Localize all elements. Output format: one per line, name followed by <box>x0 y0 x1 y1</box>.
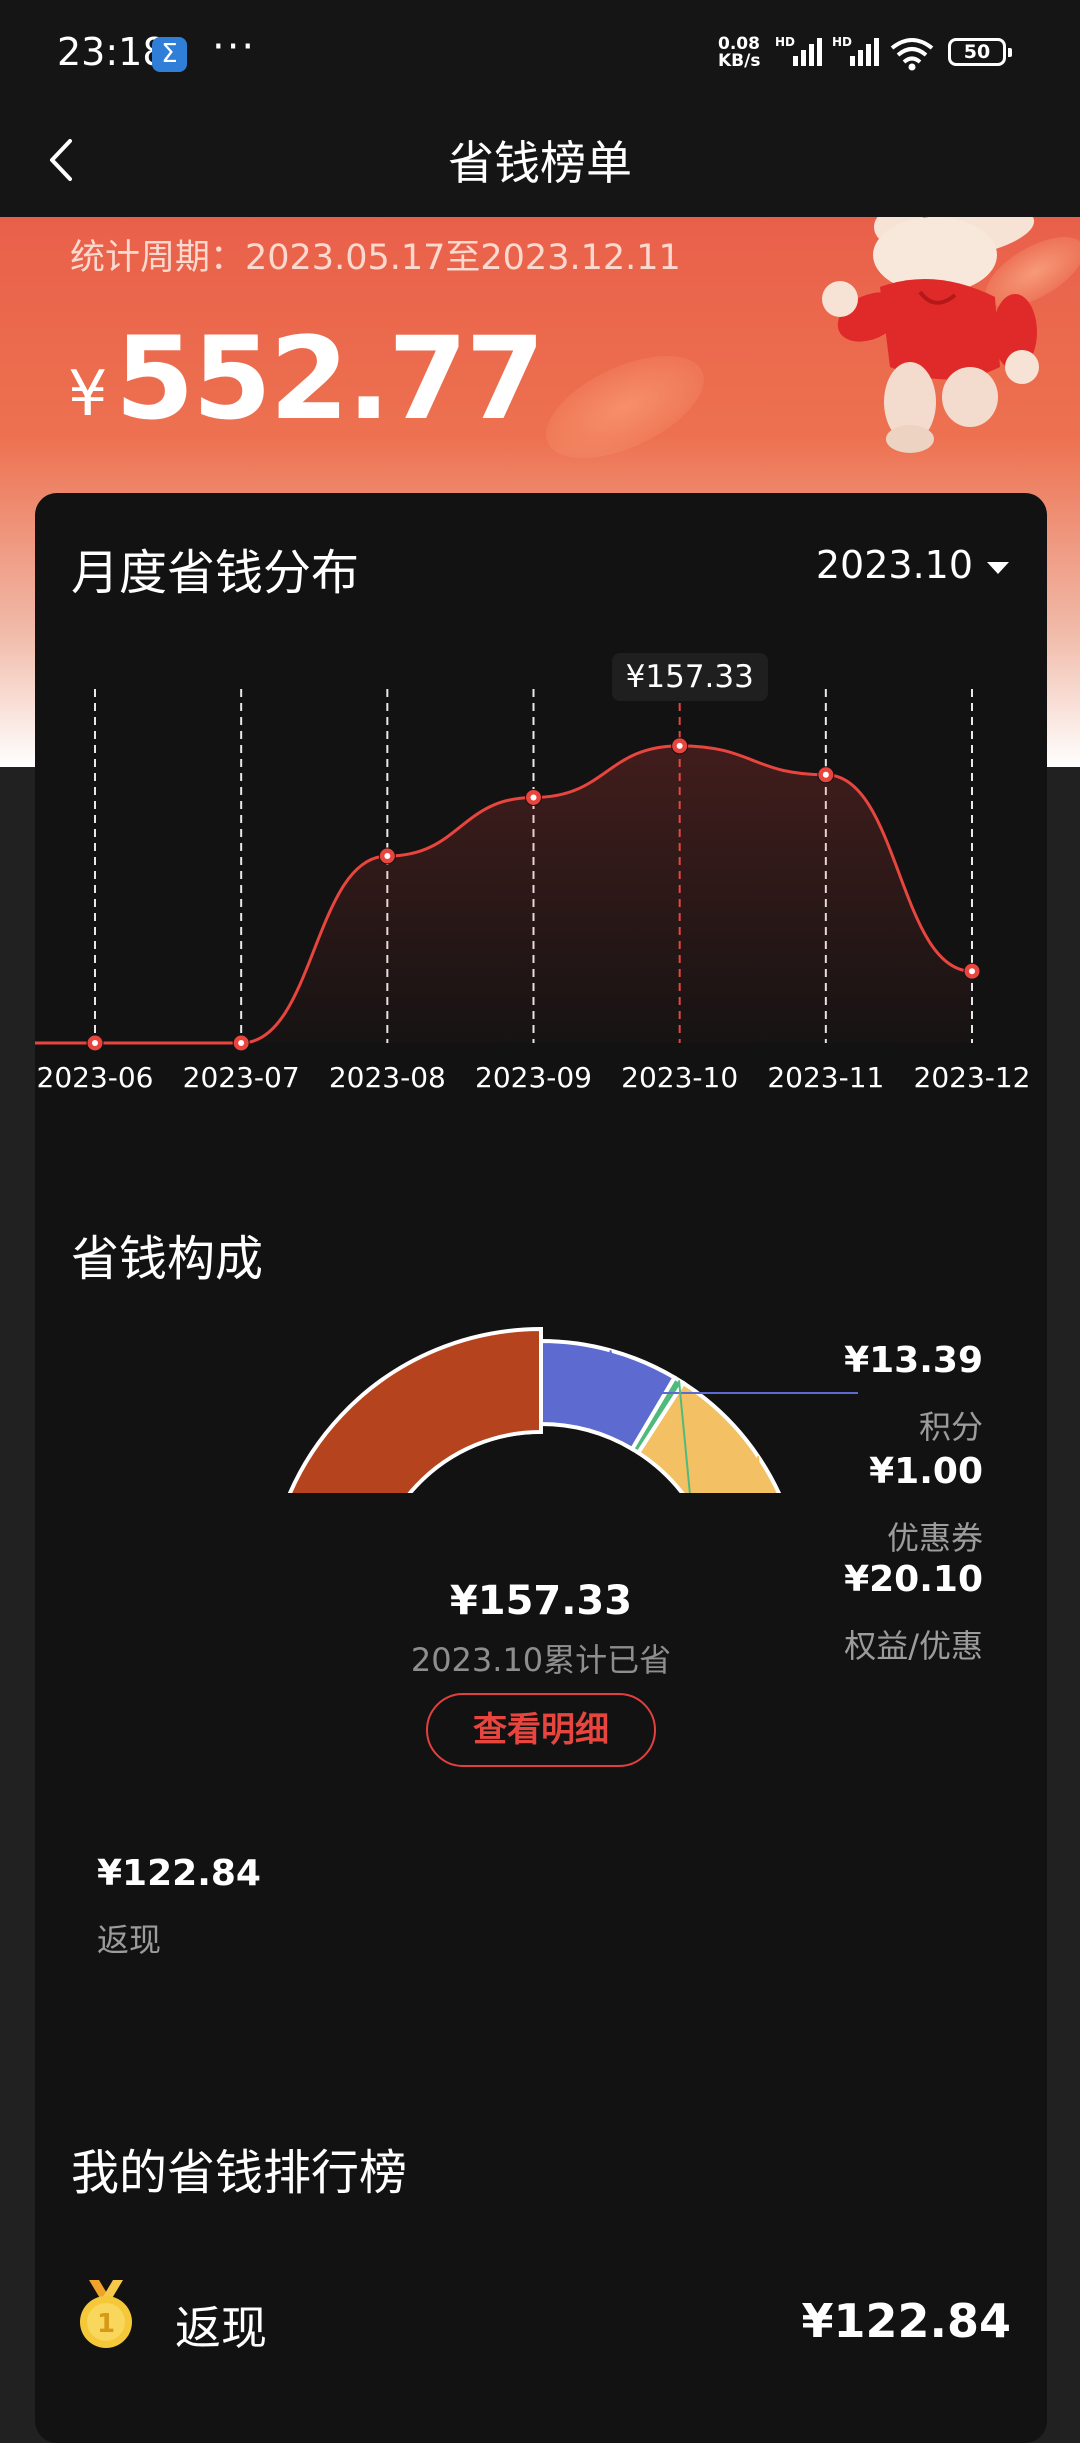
title-bar: 省钱榜单 <box>0 105 1080 217</box>
sigma-app-icon: Σ <box>152 37 187 72</box>
segment-amount: ¥122.84 <box>97 1853 261 1894</box>
network-speed-unit: KB/s <box>718 51 761 71</box>
coin-decoration <box>531 334 719 480</box>
mascot-illustration <box>822 217 1039 453</box>
network-speed: 0.08 KB/s <box>718 36 760 70</box>
wifi-icon <box>890 38 934 71</box>
statistics-period: 统计周期：2023.05.17至2023.12.11 <box>70 238 681 278</box>
total-saved-amount: 552.77 <box>115 312 545 445</box>
segment-name: 积分 <box>918 1408 983 1446</box>
page-title: 省钱榜单 <box>448 136 632 190</box>
segment-name: 优惠券 <box>886 1519 983 1557</box>
donut-center-amount: ¥157.33 <box>449 1578 633 1624</box>
gold-medal-icon: 1 <box>80 2280 132 2348</box>
signal-hd-label-2: HD <box>832 35 852 49</box>
segment-amount: ¥13.39 <box>844 1340 983 1381</box>
segment-name: 权益/优惠 <box>844 1627 983 1665</box>
segment-name: 返现 <box>97 1921 162 1959</box>
view-details-button[interactable]: 查看明细 <box>426 1693 656 1767</box>
more-notifications-icon: ··· <box>212 24 257 70</box>
currency-symbol: ¥ <box>68 357 108 430</box>
rank-name: 返现 <box>175 2301 267 2355</box>
rank-number: 1 <box>97 2309 115 2339</box>
battery-icon: 50 <box>948 38 1012 66</box>
status-time: 23:18 <box>57 30 167 74</box>
signal-hd-label: HD <box>775 35 795 49</box>
signal-icon-2: HD <box>832 35 879 66</box>
savings-card: 月度省钱分布 2023.10 ¥157.33 2023-06 2023-07 202… <box>35 493 1047 2443</box>
rank-amount: ¥122.84 <box>801 2294 1011 2348</box>
donut-center-subtitle: 2023.10累计已省 <box>410 1641 672 1679</box>
signal-icon: HD <box>775 35 822 66</box>
ranking-title: 我的省钱排行榜 <box>71 2145 408 2201</box>
status-bar: 23:18 Σ ··· 0.08 KB/s HD HD 50 <box>0 0 1080 105</box>
segment-amount: ¥1.00 <box>869 1451 983 1492</box>
segment-amount: ¥20.10 <box>844 1559 983 1600</box>
ranking-row[interactable]: 1 返现 ¥122.84 <box>35 2258 1047 2378</box>
